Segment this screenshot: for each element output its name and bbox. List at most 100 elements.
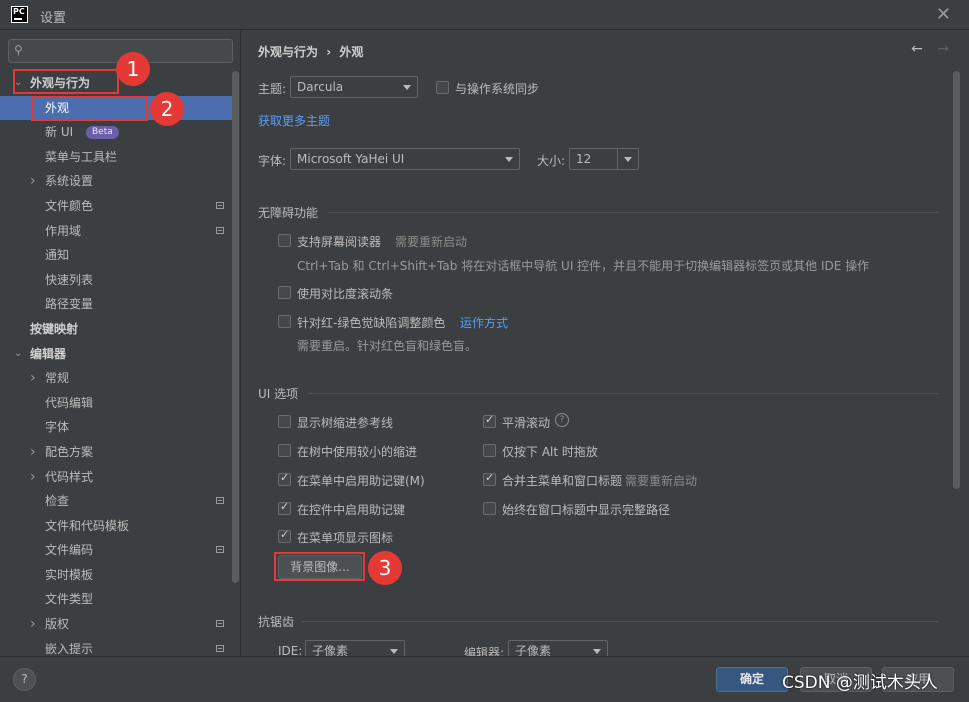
section-divider: [302, 621, 938, 622]
font-label: 字体:: [258, 154, 287, 168]
color-blind-checkbox[interactable]: [278, 315, 291, 328]
section-divider: [328, 212, 938, 213]
chevron-right-icon[interactable]: ›: [30, 169, 36, 193]
merge-menu-hint: 需要重新启动: [625, 474, 698, 488]
sidebar-item-label: 文件编码: [45, 543, 94, 558]
sidebar-item[interactable]: › 常规: [0, 366, 232, 391]
forward-arrow-icon[interactable]: →: [937, 41, 949, 57]
editor-aa-select[interactable]: 子像素: [508, 640, 608, 656]
theme-select[interactable]: Darcula: [290, 76, 418, 98]
ui-option-checkbox[interactable]: [278, 500, 291, 515]
sidebar-item[interactable]: 新 UI Beta: [0, 120, 232, 145]
contrast-scroll-checkbox[interactable]: [278, 286, 291, 299]
sync-os-checkbox[interactable]: [436, 81, 449, 94]
contrast-scroll-label: 使用对比度滚动条: [297, 287, 394, 301]
ui-option-checkbox[interactable]: [483, 413, 496, 428]
chevron-down-icon[interactable]: ⌄: [14, 342, 22, 366]
help-icon[interactable]: ?: [555, 413, 569, 427]
help-button[interactable]: ?: [13, 668, 36, 691]
back-arrow-icon[interactable]: ←: [911, 41, 923, 57]
sidebar-item[interactable]: 检查: [0, 489, 232, 514]
search-icon: ⚲: [14, 43, 23, 57]
sidebar-item[interactable]: 文件类型: [0, 587, 232, 612]
project-scope-icon: [216, 620, 224, 628]
merge-menu-title-label: 合并主菜单和窗口标题: [502, 474, 623, 488]
ui-option-checkbox[interactable]: [278, 444, 291, 457]
sidebar-item[interactable]: 作用域: [0, 219, 232, 244]
sidebar-item[interactable]: 按键映射: [0, 317, 232, 342]
ui-option-checkbox[interactable]: [483, 471, 496, 486]
font-size-select[interactable]: 12: [569, 148, 639, 170]
content-scrollbar[interactable]: [953, 71, 961, 541]
window-title: 设置: [40, 11, 67, 26]
menu-mnemonics-label: 在菜单中启用助记键(M): [297, 474, 425, 488]
ok-button[interactable]: 确定: [716, 667, 788, 692]
alt-drag-label: 仅按下 Alt 时拖放: [502, 445, 598, 459]
section-divider: [308, 393, 938, 394]
chevron-right-icon[interactable]: ›: [30, 465, 36, 489]
ide-aa-select[interactable]: 子像素: [305, 640, 405, 656]
sidebar-item-label: 快速列表: [45, 272, 94, 287]
sidebar-item[interactable]: › 系统设置: [0, 169, 232, 194]
sidebar-item-label: 实时模板: [45, 567, 94, 582]
sidebar-item-label: 文件和代码模板: [45, 518, 130, 533]
sidebar-item[interactable]: 代码编辑: [0, 391, 232, 416]
control-mnemonics-label: 在控件中启用助记键: [297, 503, 406, 517]
sidebar-scrollbar[interactable]: [232, 71, 239, 631]
screen-reader-checkbox[interactable]: [278, 234, 291, 247]
sidebar-item[interactable]: › 版权: [0, 612, 232, 637]
ui-option-checkbox[interactable]: [483, 444, 496, 457]
ide-aa-label: IDE:: [278, 644, 303, 656]
close-icon[interactable]: ✕: [936, 4, 951, 25]
sidebar-item-label: 配色方案: [45, 444, 94, 459]
sidebar-item[interactable]: 文件和代码模板: [0, 514, 232, 539]
breadcrumb-parent[interactable]: 外观与行为: [258, 45, 318, 59]
chevron-down-icon: [624, 157, 632, 162]
annotation-box-2: [31, 96, 148, 121]
project-scope-icon: [216, 201, 224, 209]
chevron-right-icon[interactable]: ›: [30, 366, 36, 390]
sidebar-item-label: 常规: [45, 371, 70, 386]
sidebar-item[interactable]: 通知: [0, 243, 232, 268]
sidebar-item-label: 文件颜色: [45, 198, 94, 213]
ui-option-checkbox[interactable]: [278, 528, 291, 543]
sidebar-item[interactable]: 菜单与工具栏: [0, 145, 232, 170]
color-blind-desc: 需要重启。针对红色盲和绿色盲。: [297, 339, 478, 353]
sidebar-item[interactable]: › 配色方案: [0, 440, 232, 465]
annotation-box-1: [13, 69, 119, 94]
smooth-scroll-label: 平滑滚动: [502, 416, 551, 430]
watermark: CSDN @测试木头人: [782, 673, 938, 693]
how-it-works-link[interactable]: 运作方式: [460, 314, 508, 331]
size-label: 大小:: [537, 154, 566, 168]
chevron-down-icon: [403, 85, 411, 90]
sidebar-item[interactable]: 文件颜色: [0, 194, 232, 219]
ui-option-checkbox[interactable]: [278, 415, 291, 428]
breadcrumb-current: 外观: [339, 45, 364, 59]
theme-label: 主题:: [258, 82, 287, 96]
sidebar-item-label: 路径变量: [45, 297, 94, 312]
font-select[interactable]: Microsoft YaHei UI: [290, 148, 520, 170]
more-themes-link[interactable]: 获取更多主题: [258, 112, 330, 129]
sidebar-item-label: 代码样式: [45, 469, 94, 484]
ui-option-checkbox[interactable]: [278, 471, 291, 486]
breadcrumb: 外观与行为 › 外观: [258, 43, 363, 60]
sidebar-item-label: 嵌入提示: [45, 641, 94, 656]
chevron-right-icon[interactable]: ›: [30, 612, 36, 636]
project-scope-icon: [216, 226, 224, 234]
sidebar-item[interactable]: 路径变量: [0, 292, 232, 317]
sidebar-item-label: 文件类型: [45, 592, 94, 607]
sidebar-item[interactable]: 字体: [0, 415, 232, 440]
sidebar-item[interactable]: ⌄ 编辑器: [0, 342, 232, 367]
project-scope-icon: [216, 546, 224, 554]
sidebar-item[interactable]: 实时模板: [0, 563, 232, 588]
sidebar-item[interactable]: 文件编码: [0, 538, 232, 563]
screen-reader-desc: Ctrl+Tab 和 Ctrl+Shift+Tab 将在对话框中导航 UI 控件…: [297, 259, 870, 273]
sidebar-item[interactable]: 嵌入提示: [0, 637, 232, 656]
sidebar-item-label: 按键映射: [30, 321, 79, 336]
chevron-right-icon[interactable]: ›: [30, 440, 36, 464]
ui-option-checkbox[interactable]: [483, 502, 496, 515]
sidebar-item[interactable]: › 代码样式: [0, 465, 232, 490]
sidebar-item-label: 版权: [45, 617, 70, 632]
sidebar-item[interactable]: 快速列表: [0, 268, 232, 293]
antialiasing-section-title: 抗锯齿: [258, 615, 295, 629]
